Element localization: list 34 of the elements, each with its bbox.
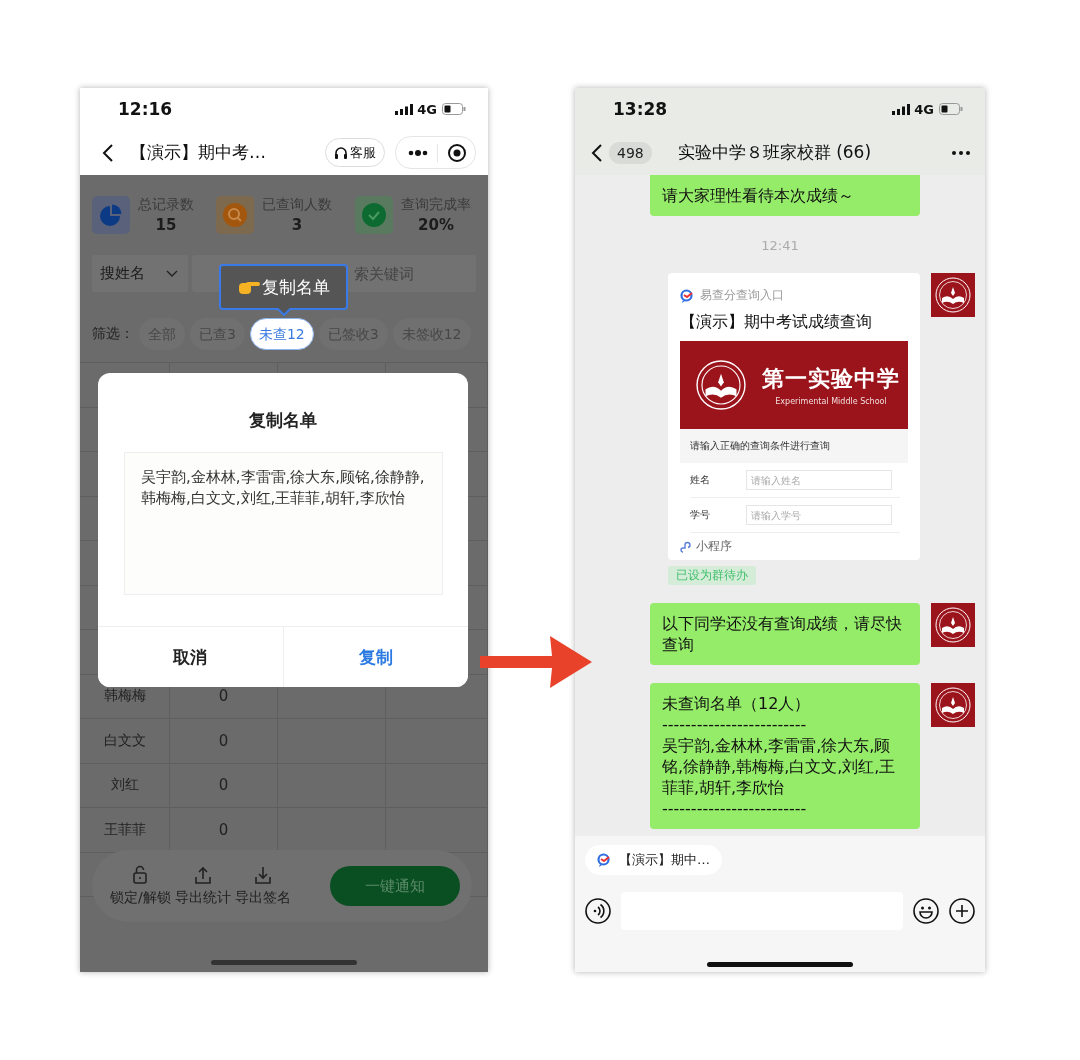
form-hint: 请输入正确的查询条件进行查询 <box>690 439 830 453</box>
filter-label: 筛选： <box>92 325 134 343</box>
card-source: 易查分查询入口 <box>700 287 784 304</box>
message-bubble: 以下同学还没有查询成绩，请尽快查询 <box>650 603 920 665</box>
table-cell: 0 <box>218 731 229 750</box>
status-time: 13:28 <box>613 99 668 119</box>
network-label: 4G <box>417 101 437 117</box>
field-label: 学号 <box>690 508 711 522</box>
table-cell: 刘红 <box>110 776 139 795</box>
input-field: 请输入姓名 <box>746 470 892 490</box>
table-cell: 白文文 <box>103 731 146 750</box>
input-field: 请输入学号 <box>746 505 892 525</box>
field-label: 姓名 <box>690 473 711 487</box>
group-todo-tag: 已设为群待办 <box>668 566 756 585</box>
message-bubble: 未查询名单（12人） ------------------------- 吴宇韵,金林林,李雷雷,徐大东,顾铭,徐静静,韩梅梅,白文文,刘红,王菲菲,胡轩,李欣怡 ------------------------- <box>650 683 920 829</box>
table-cell: 0 <box>218 820 229 839</box>
card-title: 【演示】期中考试成绩查询 <box>680 312 873 333</box>
network-label: 4G <box>914 101 934 117</box>
message-bubble: 请大家理性看待本次成绩～ <box>650 175 920 216</box>
table-cell: 0 <box>218 776 229 795</box>
table-cell: 0 <box>218 687 229 706</box>
dialog-title: 复制名单 <box>248 409 318 432</box>
stat-value: 20% <box>418 216 454 234</box>
banner-title: 第一实验中学 <box>762 364 900 393</box>
card-footer: 小程序 <box>696 538 732 555</box>
banner-subtitle: Experimental Middle School <box>775 397 887 406</box>
status-time: 12:16 <box>118 99 173 119</box>
table-cell: 王菲菲 <box>103 820 146 839</box>
message-time: 12:41 <box>760 238 800 253</box>
stat-value: 3 <box>291 216 303 234</box>
page-title: 【演示】期中考… <box>130 141 266 164</box>
stat-value: 15 <box>155 216 177 234</box>
table-cell: 韩梅梅 <box>103 687 146 706</box>
chat-title: 实验中学８班家校群 (66) <box>677 141 872 164</box>
